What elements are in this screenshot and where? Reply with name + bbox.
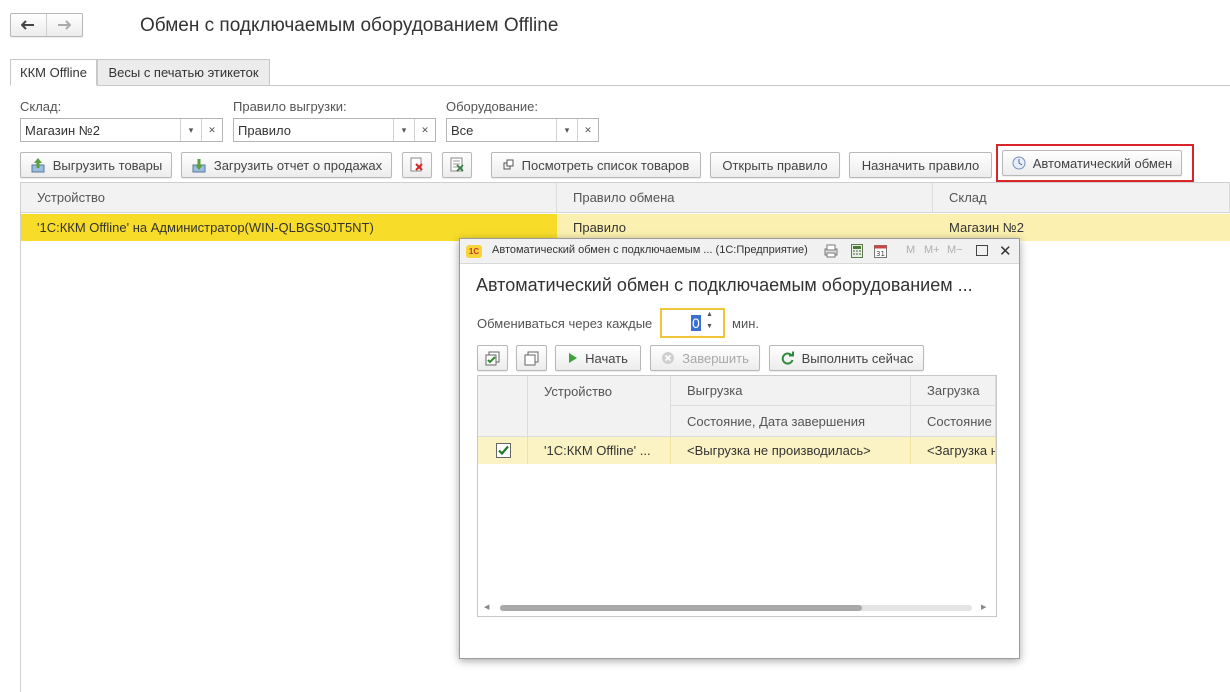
warehouse-value: Магазин №2 [25,122,100,138]
load-report-button[interactable]: Загрузить отчет о продажах [181,152,392,178]
spreadsheet-icon [450,157,464,172]
column-header-device[interactable]: Устройство [21,183,557,213]
spin-down-icon[interactable]: ▼ [706,323,713,330]
forward-button[interactable] [47,14,83,36]
memory-minus-icon[interactable]: M− [947,244,963,256]
assign-rule-label: Назначить правило [861,157,980,173]
maximize-icon[interactable] [976,245,988,256]
calendar-icon[interactable]: 31 [874,244,887,261]
uncheck-all-icon [524,351,539,365]
auto-exchange-dialog: 1С Автоматический обмен с подключаемым .… [459,238,1020,659]
column-header-warehouse[interactable]: Склад [933,183,1230,213]
close-icon[interactable]: ✕ [999,242,1012,260]
scrollbar-thumb[interactable] [500,605,862,611]
auto-exchange-label: Автоматический обмен [1032,155,1173,171]
memory-plus-icon[interactable]: M+ [924,244,940,256]
run-now-label: Выполнить сейчас [801,350,914,366]
finish-label: Завершить [682,350,749,366]
dialog-title-text: Автоматический обмен с подключаемым ... … [492,244,808,256]
equipment-value: Все [451,122,474,138]
row-rule-cell: Правило [557,214,933,241]
dialog-title-bar[interactable]: 1С Автоматический обмен с подключаемым .… [460,239,1019,264]
dropdown-icon[interactable]: ▾ [393,119,414,141]
scroll-left-icon[interactable]: ◀ [484,603,489,611]
clock-icon [1012,156,1026,170]
auto-exchange-button[interactable]: Автоматический обмен [1002,150,1182,176]
rule-field[interactable]: Правило ▾ ✕ [233,118,436,142]
nav-buttons [10,13,83,37]
start-label: Начать [585,350,628,366]
view-goods-button[interactable]: Посмотреть список товаров [491,152,701,178]
app-logo-icon: 1С [466,245,482,258]
row-export-cell: <Выгрузка не производилась> [671,437,911,464]
dialog-heading: Автоматический обмен с подключаемым обор… [476,275,973,295]
play-icon [568,352,578,364]
warehouse-label: Склад: [20,99,62,114]
column-header-check [478,376,528,437]
delete-doc-icon [410,157,423,172]
equipment-label: Оборудование: [446,99,539,114]
interval-stepper[interactable]: 0 ▲ ▼ [660,308,725,338]
horizontal-scrollbar[interactable] [500,605,972,611]
interval-unit: мин. [732,316,759,331]
refresh-icon [780,351,795,366]
rule-label: Правило выгрузки: [233,99,347,114]
clear-icon[interactable]: ✕ [414,119,435,141]
download-icon [191,157,207,173]
page-title: Обмен с подключаемым оборудованием Offli… [140,15,559,36]
column-subheader-export[interactable]: Состояние, Дата завершения [671,406,911,437]
clear-icon[interactable]: ✕ [577,119,598,141]
row-device-cell: '1С:ККМ Offline' на Администратор(WIN-QL… [21,214,557,241]
assign-rule-button[interactable]: Назначить правило [849,152,992,178]
interval-label: Обмениваться через каждые [477,316,653,331]
clear-icon[interactable]: ✕ [201,119,222,141]
check-all-icon [485,351,500,365]
back-button[interactable] [11,14,47,36]
tab-kkm-offline[interactable]: ККМ Offline [10,59,97,86]
memory-icon[interactable]: M [906,244,915,256]
warehouse-field[interactable]: Магазин №2 ▾ ✕ [20,118,223,142]
row-import-cell: <Загрузка н [911,437,996,464]
tab-scales[interactable]: Весы с печатью этикеток [97,59,270,86]
row-device-cell: '1С:ККМ Offline' ... [528,437,671,464]
table-row[interactable]: '1С:ККМ Offline' на Администратор(WIN-QL… [21,214,1230,241]
load-report-label: Загрузить отчет о продажах [213,157,383,173]
equipment-field[interactable]: Все ▾ ✕ [446,118,599,142]
interval-value[interactable]: 0 [691,315,701,331]
checkbox-checked-icon[interactable] [496,443,511,458]
spin-up-icon[interactable]: ▲ [706,311,713,318]
column-header-rule[interactable]: Правило обмена [557,183,933,213]
export-goods-button[interactable]: Выгрузить товары [20,152,172,178]
calculator-icon[interactable] [851,244,863,261]
open-rule-button[interactable]: Открыть правило [710,152,840,178]
column-header-export[interactable]: Выгрузка [671,376,911,406]
column-header-device[interactable]: Устройство [528,376,671,437]
stop-icon [661,351,675,365]
check-all-button[interactable] [477,345,508,371]
start-button[interactable]: Начать [555,345,641,371]
delete-button[interactable] [402,152,432,178]
column-header-import[interactable]: Загрузка [911,376,996,406]
column-subheader-import[interactable]: Состояние ; [911,406,996,437]
svg-text:31: 31 [876,250,885,258]
print-icon[interactable] [824,244,838,261]
view-goods-label: Посмотреть список товаров [521,157,690,173]
open-window-icon [503,159,515,171]
row-check-cell[interactable] [478,437,528,464]
run-now-button[interactable]: Выполнить сейчас [769,345,924,371]
dropdown-icon[interactable]: ▾ [556,119,577,141]
arrow-left-icon [21,20,35,30]
rule-value: Правило [238,122,291,138]
open-rule-label: Открыть правило [722,157,828,173]
finish-button[interactable]: Завершить [650,345,760,371]
uncheck-all-button[interactable] [516,345,547,371]
dropdown-icon[interactable]: ▾ [180,119,201,141]
excel-button[interactable] [442,152,472,178]
arrow-right-icon [58,20,72,30]
row-warehouse-cell: Магазин №2 [933,214,1230,241]
upload-icon [30,157,46,173]
export-goods-label: Выгрузить товары [52,157,163,173]
scroll-right-icon[interactable]: ▶ [981,603,986,611]
